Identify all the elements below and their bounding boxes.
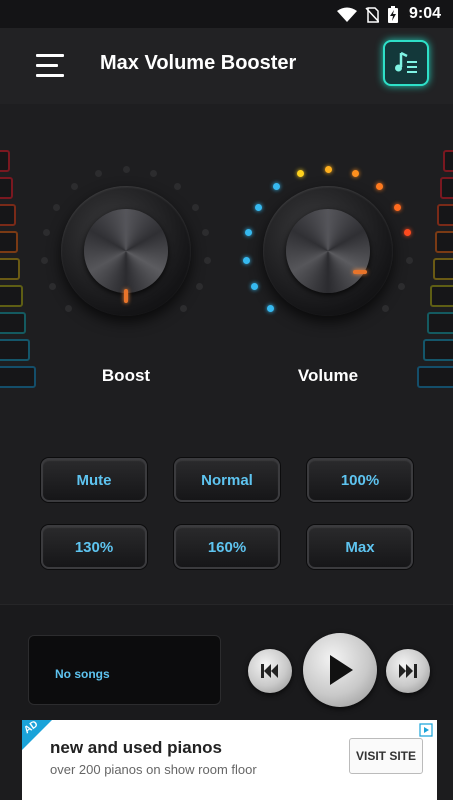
volume-level-dot bbox=[398, 283, 406, 291]
ad-info-icon[interactable] bbox=[419, 723, 433, 737]
status-bar: 9:04 bbox=[0, 0, 453, 28]
volume-level-dot bbox=[243, 256, 250, 264]
boost-level-dot bbox=[95, 170, 103, 178]
boost-knob-cap bbox=[84, 209, 168, 293]
eq-bar bbox=[417, 366, 453, 388]
volume-level-dot bbox=[273, 183, 281, 191]
eq-bar bbox=[443, 150, 453, 172]
status-time: 9:04 bbox=[408, 5, 441, 22]
boost-level-dot bbox=[180, 305, 188, 313]
main-panel: Boost Volume Mute Normal 100% 130% 160% … bbox=[0, 104, 453, 604]
boost-level-dot bbox=[41, 256, 48, 264]
boost-level-dot bbox=[191, 203, 199, 211]
app-bar: Max Volume Booster bbox=[0, 28, 453, 104]
play-icon bbox=[330, 655, 353, 685]
hamburger-menu-icon[interactable] bbox=[36, 54, 64, 77]
volume-160-button[interactable]: 160% bbox=[174, 525, 280, 569]
wifi-icon bbox=[337, 7, 357, 22]
boost-level-dot bbox=[64, 305, 72, 313]
eq-bar bbox=[0, 366, 36, 388]
volume-knob-cap bbox=[286, 209, 370, 293]
no-sim-icon bbox=[365, 7, 379, 23]
volume-knob[interactable] bbox=[243, 165, 413, 336]
volume-130-button[interactable]: 130% bbox=[41, 525, 147, 569]
eq-bar bbox=[423, 339, 453, 361]
eq-bar bbox=[0, 231, 18, 253]
boost-knob-indicator bbox=[124, 289, 128, 303]
boost-level-dot bbox=[53, 203, 61, 211]
volume-level-dot bbox=[250, 283, 258, 291]
song-info-box[interactable]: No songs bbox=[28, 635, 221, 705]
app-title: Max Volume Booster bbox=[100, 52, 297, 74]
volume-level-dot bbox=[297, 170, 305, 178]
boost-level-dot bbox=[203, 256, 211, 264]
eq-bar bbox=[427, 312, 453, 334]
ad-subtext: over 200 pianos on show room floor bbox=[50, 762, 257, 777]
volume-knob-body bbox=[263, 186, 393, 316]
previous-track-icon bbox=[261, 664, 278, 678]
boost-level-dot bbox=[202, 229, 210, 237]
boost-label: Boost bbox=[101, 366, 151, 385]
music-playlist-button[interactable] bbox=[383, 40, 429, 86]
eq-bar bbox=[437, 204, 453, 226]
next-track-icon bbox=[399, 664, 417, 678]
play-button[interactable] bbox=[303, 633, 377, 707]
ad-banner[interactable]: AD new and used pianos over 200 pianos o… bbox=[22, 719, 437, 800]
boost-level-dot bbox=[48, 283, 56, 291]
eq-bar bbox=[440, 177, 453, 199]
volume-level-dot bbox=[244, 229, 252, 237]
volume-level-dot bbox=[351, 170, 359, 178]
eq-bar bbox=[0, 339, 30, 361]
eq-bar bbox=[0, 204, 16, 226]
volume-level-dot bbox=[324, 165, 332, 173]
eq-bar bbox=[435, 231, 453, 253]
visit-site-button[interactable]: VISIT SITE bbox=[349, 738, 423, 774]
status-icons bbox=[337, 6, 399, 24]
previous-track-button[interactable] bbox=[248, 649, 292, 693]
eq-bar bbox=[433, 258, 453, 280]
volume-level-dot bbox=[404, 229, 412, 237]
eq-bar bbox=[0, 285, 23, 307]
boost-level-dot bbox=[71, 183, 79, 191]
volume-100-button[interactable]: 100% bbox=[307, 458, 413, 502]
ad-headline[interactable]: new and used pianos bbox=[50, 738, 222, 758]
music-playlist-icon bbox=[395, 51, 417, 73]
volume-level-dot bbox=[382, 305, 390, 313]
normal-button[interactable]: Normal bbox=[174, 458, 280, 502]
boost-level-dot bbox=[42, 229, 50, 237]
volume-level-dot bbox=[375, 183, 383, 191]
boost-knob[interactable] bbox=[41, 165, 211, 336]
next-track-button[interactable] bbox=[386, 649, 430, 693]
volume-label: Volume bbox=[297, 366, 359, 385]
player-bar: No songs bbox=[0, 604, 453, 720]
boost-level-dot bbox=[196, 283, 204, 291]
song-title: No songs bbox=[55, 667, 110, 681]
eq-bar bbox=[430, 285, 453, 307]
eq-bar bbox=[0, 177, 13, 199]
eq-bar bbox=[0, 258, 20, 280]
volume-level-dot bbox=[405, 256, 413, 264]
volume-level-dot bbox=[266, 305, 274, 313]
battery-charging-icon bbox=[388, 6, 398, 23]
max-button[interactable]: Max bbox=[307, 525, 413, 569]
volume-level-dot bbox=[255, 203, 263, 211]
eq-bar bbox=[0, 312, 26, 334]
boost-level-dot bbox=[173, 183, 181, 191]
mute-button[interactable]: Mute bbox=[41, 458, 147, 502]
volume-level-dot bbox=[393, 203, 401, 211]
eq-bar bbox=[0, 150, 10, 172]
boost-level-dot bbox=[149, 170, 157, 178]
volume-knob-indicator bbox=[353, 270, 367, 274]
boost-level-dot bbox=[122, 165, 130, 173]
